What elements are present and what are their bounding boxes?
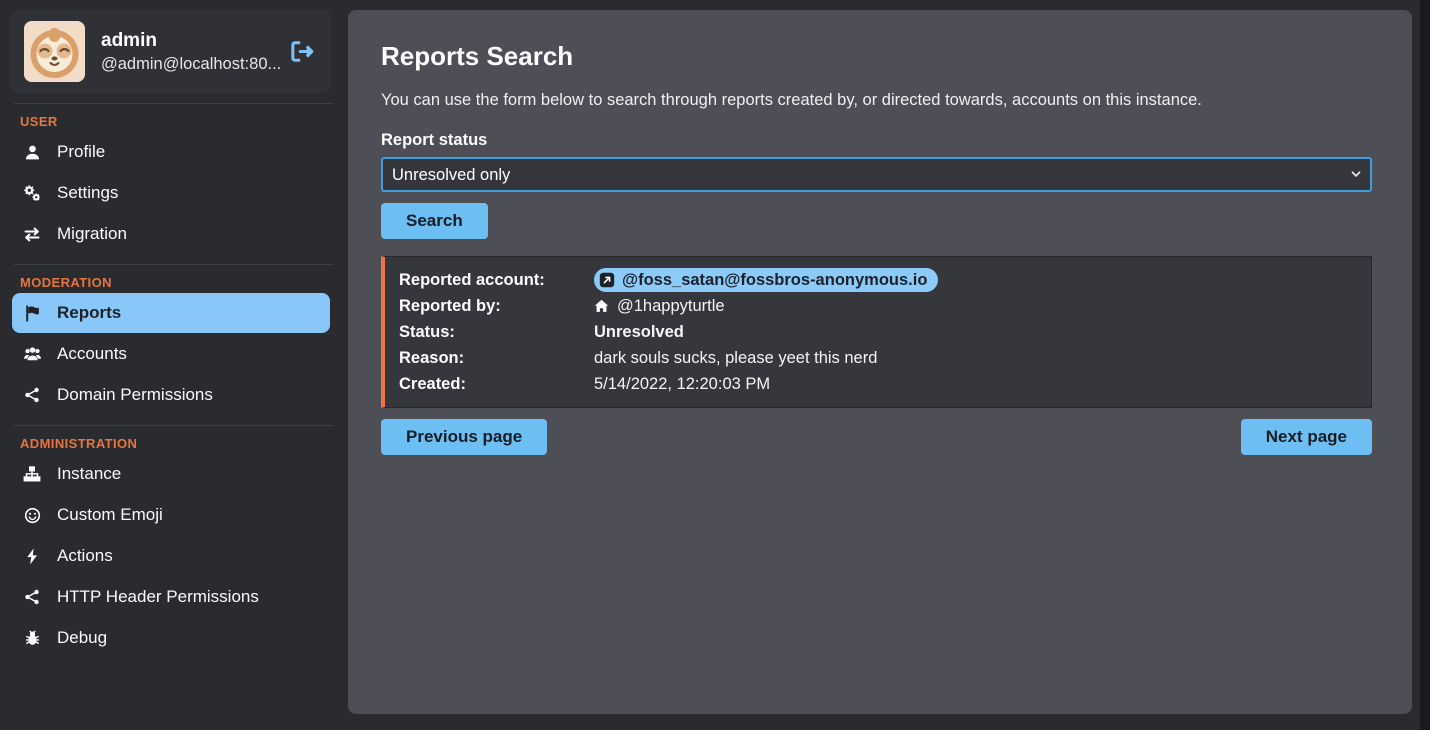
sidebar-item-label: Accounts — [57, 344, 127, 364]
user-icon — [22, 144, 42, 161]
sidebar-item-domain-permissions[interactable]: Domain Permissions — [12, 375, 330, 415]
page-title: Reports Search — [381, 41, 1372, 72]
report-created-value: 5/14/2022, 12:20:03 PM — [594, 371, 1357, 397]
main-panel: Reports Search You can use the form belo… — [348, 10, 1412, 714]
report-status-select[interactable]: Unresolved only — [381, 157, 1372, 192]
search-button[interactable]: Search — [381, 203, 488, 239]
sidebar: admin @admin@localhost:80... USER Profil… — [0, 0, 348, 730]
report-status-label: Report status — [381, 131, 1372, 150]
section-header-administration: ADMINISTRATION — [20, 436, 348, 451]
share-nodes-icon — [22, 387, 42, 403]
reporter-handle: @1happyturtle — [617, 293, 725, 319]
report-row-value: @1happyturtle — [594, 293, 1357, 319]
report-details: Reported account: @foss_satan@fossbros-a… — [399, 267, 1357, 397]
share-nodes-icon — [22, 589, 42, 605]
user-name: admin — [101, 30, 272, 52]
sidebar-item-profile[interactable]: Profile — [12, 132, 330, 172]
bolt-icon — [22, 548, 42, 565]
sidebar-item-label: Domain Permissions — [57, 385, 213, 405]
sidebar-item-label: Actions — [57, 546, 113, 566]
sidebar-item-label: Custom Emoji — [57, 505, 163, 525]
sidebar-item-http-header-permissions[interactable]: HTTP Header Permissions — [12, 577, 330, 617]
sidebar-item-settings[interactable]: Settings — [12, 173, 330, 213]
sidebar-item-migration[interactable]: Migration — [12, 214, 330, 254]
reported-account-handle: @foss_satan@fossbros-anonymous.io — [622, 269, 927, 291]
sidebar-divider — [14, 425, 334, 426]
bug-icon — [22, 630, 42, 647]
report-row-label: Status: — [399, 319, 594, 345]
sitemap-icon — [22, 466, 42, 482]
home-icon — [594, 299, 609, 313]
sidebar-item-instance[interactable]: Instance — [12, 454, 330, 494]
report-reason-value: dark souls sucks, please yeet this nerd — [594, 345, 1357, 371]
report-status-select-wrap: Unresolved only — [381, 157, 1372, 192]
report-row-label: Created: — [399, 371, 594, 397]
page-scrollbar[interactable] — [1420, 0, 1430, 730]
sidebar-item-debug[interactable]: Debug — [12, 618, 330, 658]
avatar[interactable] — [24, 21, 85, 82]
report-row-label: Reported by: — [399, 293, 594, 319]
sidebar-divider — [14, 103, 334, 104]
sign-out-icon — [290, 40, 315, 63]
logout-button[interactable] — [288, 38, 317, 65]
sidebar-item-label: Migration — [57, 224, 127, 244]
section-header-user: USER — [20, 114, 348, 129]
page-description: You can use the form below to search thr… — [381, 91, 1372, 110]
sidebar-item-custom-emoji[interactable]: Custom Emoji — [12, 495, 330, 535]
section-header-moderation: MODERATION — [20, 275, 348, 290]
report-row-label: Reported account: — [399, 267, 594, 293]
sidebar-item-label: Reports — [57, 303, 121, 323]
right-left-arrows-icon — [22, 227, 42, 242]
gears-icon — [22, 184, 42, 202]
sidebar-item-accounts[interactable]: Accounts — [12, 334, 330, 374]
sidebar-item-label: Instance — [57, 464, 121, 484]
external-link-icon — [599, 272, 615, 288]
user-meta: admin @admin@localhost:80... — [101, 30, 272, 74]
report-row-value: @foss_satan@fossbros-anonymous.io — [594, 267, 1357, 293]
sloth-avatar-image — [24, 21, 85, 82]
user-card: admin @admin@localhost:80... — [10, 10, 331, 93]
reported-account-pill[interactable]: @foss_satan@fossbros-anonymous.io — [594, 268, 938, 292]
report-status-value: Unresolved — [594, 319, 1357, 345]
sidebar-item-label: HTTP Header Permissions — [57, 587, 259, 607]
sidebar-item-actions[interactable]: Actions — [12, 536, 330, 576]
report-card[interactable]: Reported account: @foss_satan@fossbros-a… — [381, 256, 1372, 408]
next-page-button[interactable]: Next page — [1241, 419, 1372, 455]
sidebar-divider — [14, 264, 334, 265]
flag-icon — [22, 305, 42, 322]
sidebar-item-label: Profile — [57, 142, 105, 162]
sidebar-item-reports[interactable]: Reports — [12, 293, 330, 333]
sidebar-item-label: Settings — [57, 183, 118, 203]
pagination: Previous page Next page — [381, 419, 1372, 455]
smiley-icon — [22, 507, 42, 524]
report-row-label: Reason: — [399, 345, 594, 371]
user-handle: @admin@localhost:80... — [101, 55, 272, 74]
previous-page-button[interactable]: Previous page — [381, 419, 547, 455]
users-icon — [22, 346, 42, 362]
sidebar-item-label: Debug — [57, 628, 107, 648]
